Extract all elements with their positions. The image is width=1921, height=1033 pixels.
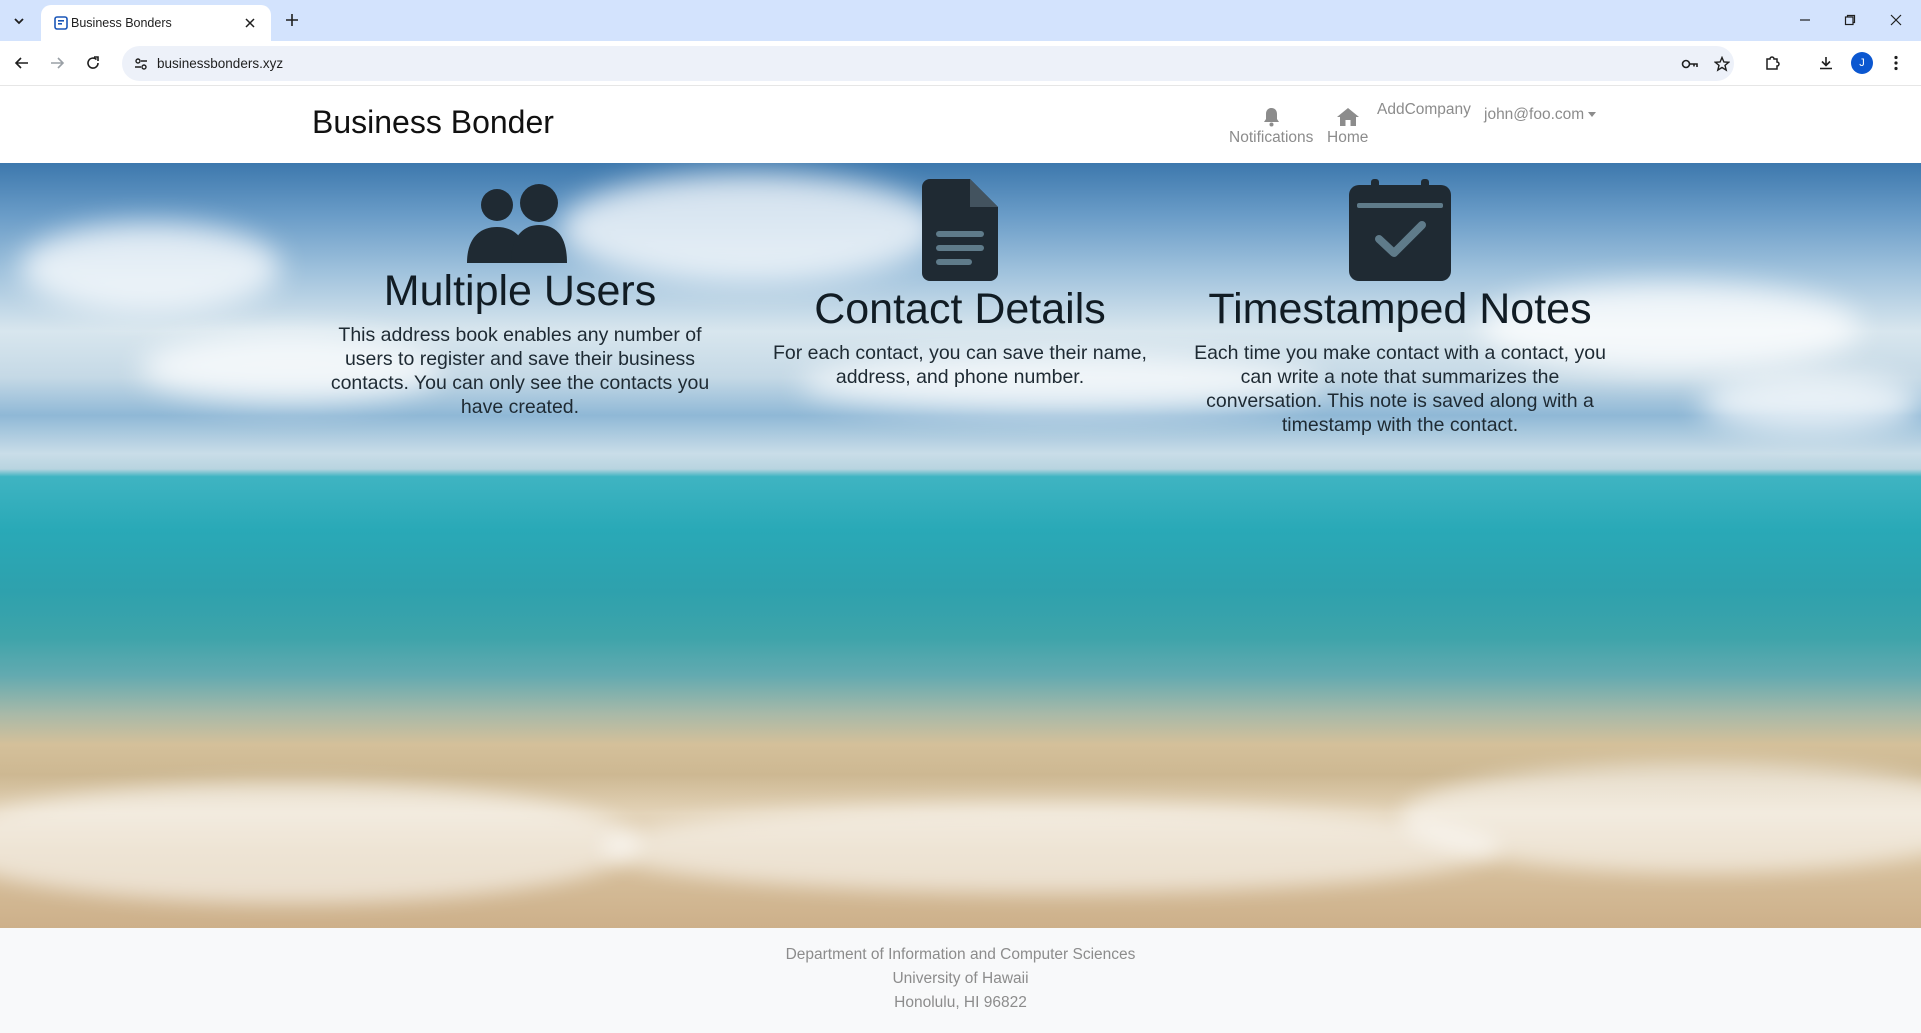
file-document-icon (922, 179, 998, 281)
footer-department: Department of Information and Computer S… (785, 946, 1136, 963)
user-dropdown[interactable]: john@foo.com (1484, 106, 1597, 124)
browser-toolbar: businessbonders.xyz J (0, 41, 1921, 86)
feature-title: Contact Details (814, 285, 1106, 333)
bell-icon (1263, 108, 1279, 127)
site-favicon-icon (53, 15, 69, 31)
dropdown-caret-icon (1588, 112, 1597, 118)
tab-close-icon[interactable] (241, 14, 259, 32)
minimize-window-icon[interactable] (1793, 8, 1817, 32)
nav-notifications-label: Notifications (1229, 129, 1314, 146)
close-window-icon[interactable] (1884, 8, 1908, 32)
nav-home-label: Home (1327, 129, 1369, 146)
web-page: Business Bonder Notifications Home AddCo… (0, 87, 1921, 1033)
site-footer: Department of Information and Computer S… (0, 928, 1921, 1033)
user-dropdown-label: john@foo.com (1484, 106, 1585, 123)
password-key-icon[interactable] (1679, 53, 1701, 75)
back-arrow-icon[interactable] (8, 49, 36, 77)
address-bar[interactable]: businessbonders.xyz (122, 46, 1734, 81)
hero-beach-background: Multiple Users This address book enables… (0, 163, 1921, 928)
brand-title[interactable]: Business Bonder (312, 104, 554, 141)
site-info-tune-icon[interactable] (130, 53, 152, 75)
forward-arrow-icon[interactable] (43, 49, 71, 77)
url-text: businessbonders.xyz (157, 56, 284, 71)
users-icon (467, 184, 567, 263)
reload-icon[interactable] (79, 49, 107, 77)
feature-description: For each contact, you can save their nam… (773, 342, 1147, 388)
calendar-check-icon (1349, 179, 1451, 281)
extensions-puzzle-icon[interactable] (1758, 49, 1786, 77)
foam-shape (600, 803, 1500, 893)
browser-menu-kebab-icon[interactable] (1882, 49, 1910, 77)
browser-tab-active[interactable]: Business Bonders (41, 5, 271, 41)
downloads-icon[interactable] (1812, 49, 1840, 77)
site-navbar: Business Bonder Notifications Home AddCo… (0, 87, 1921, 163)
feature-title: Multiple Users (383, 267, 657, 315)
browser-tabstrip: Business Bonders (0, 0, 1921, 41)
feature-multiple-users: Multiple Users This address book enables… (310, 181, 730, 419)
restore-window-icon[interactable] (1838, 8, 1862, 32)
nav-home[interactable]: Home (1327, 107, 1368, 147)
bookmark-star-icon[interactable] (1711, 53, 1733, 75)
feature-description: Each time you make contact with a contac… (1194, 342, 1606, 436)
cloud-shape (20, 223, 280, 313)
feature-contact-details: Contact Details For each contact, you ca… (750, 179, 1170, 389)
feature-title: Timestamped Notes (1208, 285, 1592, 333)
nav-add-company[interactable]: AddCompany (1377, 101, 1471, 119)
footer-address: Honolulu, HI 96822 (894, 994, 1027, 1011)
new-tab-plus-icon[interactable] (282, 10, 302, 30)
foam-shape (0, 783, 640, 903)
home-icon (1336, 108, 1359, 126)
profile-avatar[interactable]: J (1851, 52, 1873, 74)
nav-notifications[interactable]: Notifications (1229, 107, 1313, 147)
tab-title: Business Bonders (71, 16, 172, 30)
tab-search-chevron-icon[interactable] (7, 9, 31, 33)
footer-university: University of Hawaii (892, 970, 1029, 987)
feature-timestamped-notes: Timestamped Notes Each time you make con… (1190, 179, 1610, 437)
feature-description: This address book enables any number of … (330, 324, 710, 418)
cloud-shape (1700, 373, 1920, 433)
